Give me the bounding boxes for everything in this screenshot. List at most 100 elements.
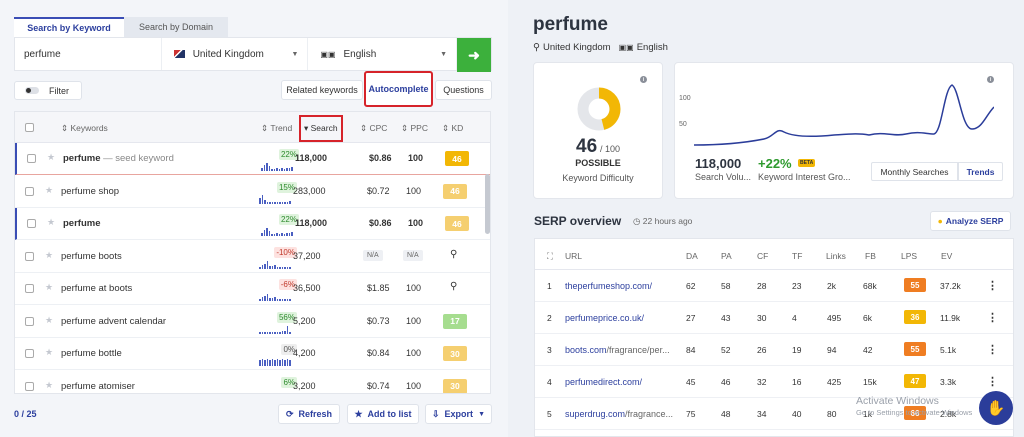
monthly-searches-toggle[interactable]: Monthly Searches — [871, 162, 958, 181]
ppc-value: 100 — [406, 315, 422, 326]
search-go-button[interactable]: ➜ — [457, 38, 491, 72]
serp-row[interactable]: 3 boots.com/fragrance/per... 84 52 26 19 94 42 5… — [535, 334, 1013, 366]
kd-badge: 46 — [443, 183, 467, 199]
language-value: English — [343, 48, 377, 60]
serp-url[interactable]: superdrug.com/fragrance... — [565, 409, 673, 419]
table-row[interactable]: ★ perfume 22% 118,000 $0.86 100 46 — [15, 208, 490, 240]
expand-icon[interactable]: ⛶ — [547, 251, 553, 262]
keyword-text[interactable]: perfume shop — [61, 186, 119, 197]
search-icon[interactable]: ⚲ — [450, 281, 457, 292]
row-checkbox[interactable] — [27, 219, 36, 228]
serp-da: 62 — [686, 281, 696, 291]
trends-toggle[interactable]: Trends — [958, 162, 1003, 181]
language-select[interactable]: ▣▣ English ▼ — [308, 38, 458, 70]
keyword-input[interactable]: perfume — [15, 38, 162, 70]
serp-da: 84 — [686, 345, 696, 355]
header-kd[interactable]: ⇕ KD — [442, 123, 463, 134]
table-row[interactable]: ★ perfume atomiser 6% 3,200 $0.74 100 30 — [15, 371, 490, 393]
search-volume: 37,200 — [293, 250, 321, 261]
refresh-button[interactable]: ⟳ Refresh — [278, 404, 340, 424]
more-options-icon[interactable]: ⋮ — [987, 375, 998, 388]
row-checkbox[interactable] — [25, 381, 34, 391]
row-checkbox[interactable] — [25, 251, 34, 261]
row-checkbox[interactable] — [27, 154, 36, 163]
serp-cf: 26 — [757, 345, 767, 355]
chat-widget-button[interactable]: ✋ — [979, 391, 1013, 425]
more-options-icon[interactable]: ⋮ — [987, 311, 998, 324]
more-options-icon[interactable]: ⋮ — [987, 343, 998, 356]
chevron-down-icon: ▼ — [291, 50, 299, 58]
table-row[interactable]: ★ perfume bottle 0% 4,200 $0.84 100 30 — [15, 338, 490, 370]
star-icon[interactable]: ★ — [45, 282, 53, 293]
keyword-text[interactable]: perfume advent calendar — [61, 316, 166, 327]
table-row[interactable]: ★ perfume at boots -6% 36,500 $1.85 100 ⚲ — [15, 273, 490, 305]
serp-url[interactable]: boots.com/fragrance/per... — [565, 345, 670, 355]
star-icon[interactable]: ★ — [47, 217, 55, 228]
export-button[interactable]: ⇩ Export ▼ — [425, 404, 492, 424]
info-icon[interactable]: i — [640, 76, 647, 83]
star-icon[interactable]: ★ — [45, 250, 53, 261]
keyword-text[interactable]: perfume boots — [61, 251, 122, 262]
table-scrollbar[interactable] — [485, 174, 490, 234]
header-ppc[interactable]: ⇕ PPC — [401, 123, 428, 134]
serp-url[interactable]: theperfumeshop.com/ — [565, 281, 652, 291]
serp-row[interactable]: 2 perfumeprice.co.uk/27 43 30 4 495 6k 11.9k 36 ⋮ — [535, 302, 1013, 334]
search-volume: 283,000 — [293, 185, 326, 196]
header-trend[interactable]: ⇕ Trend — [261, 123, 292, 134]
table-row[interactable]: ★ perfume — seed keyword 22% 118,000 $0.86 10… — [15, 143, 490, 175]
keyword-text[interactable]: perfume — seed keyword — [63, 153, 174, 164]
table-row[interactable]: ★ perfume advent calendar 56% 5,200 $0.73 100… — [15, 306, 490, 338]
table-row[interactable]: ★ perfume shop 15% 283,000 $0.72 100 46 — [15, 176, 490, 208]
serp-rank: 1 — [547, 281, 552, 291]
country-select[interactable]: United Kingdom ▼ — [162, 38, 309, 70]
keyword-text[interactable]: perfume bottle — [61, 348, 122, 359]
serp-url[interactable]: perfumeprice.co.uk/ — [565, 313, 644, 323]
tab-search-by-keyword[interactable]: Search by Keyword — [14, 17, 124, 37]
row-checkbox[interactable] — [25, 186, 34, 196]
header-cpc[interactable]: ⇕ CPC — [360, 123, 387, 134]
header-keywords[interactable]: ⇕ Keywords — [61, 123, 108, 134]
serp-time-value: 22 hours ago — [642, 216, 693, 226]
star-icon[interactable]: ★ — [45, 347, 53, 358]
trend-sparkline — [259, 289, 291, 301]
star-icon[interactable]: ★ — [47, 152, 55, 163]
serp-ev: 11.9k — [940, 313, 961, 323]
select-all-checkbox[interactable] — [25, 123, 34, 132]
kd-badge: 46 — [445, 216, 469, 231]
more-options-icon[interactable]: ⋮ — [987, 279, 998, 292]
row-checkbox[interactable] — [25, 284, 34, 293]
star-icon[interactable]: ★ — [45, 185, 53, 196]
star-icon[interactable]: ★ — [45, 380, 53, 391]
ppc-value: 100 — [408, 218, 424, 228]
related-keywords-button[interactable]: Related keywords — [281, 80, 363, 100]
serp-rank: 5 — [547, 409, 552, 419]
interest-label: Keyword Interest Gro... — [758, 172, 851, 182]
analyze-serp-button[interactable]: ● Analyze SERP — [930, 211, 1011, 231]
search-icon[interactable]: ⚲ — [450, 249, 457, 260]
add-to-list-button[interactable]: ★ Add to list — [347, 404, 419, 424]
keyword-text[interactable]: perfume — [63, 218, 100, 229]
autocomplete-button[interactable]: Autocomplete — [364, 71, 433, 107]
filter-button[interactable]: Filter — [14, 81, 82, 100]
search-volume: 118,000 — [295, 153, 328, 163]
table-header: ⇕ Keywords ⇕ Trend ▾ Search ⇕ CPC ⇕ PPC … — [15, 112, 490, 143]
header-search[interactable]: ▾ Search — [299, 115, 343, 142]
serp-da: 27 — [686, 313, 696, 323]
serp-url[interactable]: perfumedirect.com/ — [565, 377, 642, 387]
row-checkbox[interactable] — [25, 316, 34, 326]
kd-badge: 46 — [445, 151, 469, 166]
lps-badge: 36 — [904, 310, 926, 324]
tab-search-by-domain[interactable]: Search by Domain — [124, 17, 228, 37]
serp-cf: 34 — [757, 409, 767, 419]
serp-row[interactable]: 1 theperfumeshop.com/62 58 28 23 2k 68k 37.2k 55… — [535, 270, 1013, 302]
cpc-value: $0.73 — [367, 315, 390, 326]
serp-row[interactable]: 4 perfumedirect.com/45 46 32 16 425 15k 3.3k 47 ⋮ — [535, 366, 1013, 398]
row-checkbox[interactable] — [25, 349, 34, 358]
table-row[interactable]: ★ perfume boots -10% 37,200 N/A N/A ⚲ — [15, 241, 490, 273]
questions-button[interactable]: Questions — [435, 80, 492, 100]
star-icon[interactable]: ★ — [45, 315, 53, 326]
keyword-text[interactable]: perfume atomiser — [61, 381, 135, 392]
kd-badge: 17 — [443, 313, 467, 329]
trend-sparkline — [259, 354, 291, 366]
keyword-text[interactable]: perfume at boots — [61, 283, 132, 294]
